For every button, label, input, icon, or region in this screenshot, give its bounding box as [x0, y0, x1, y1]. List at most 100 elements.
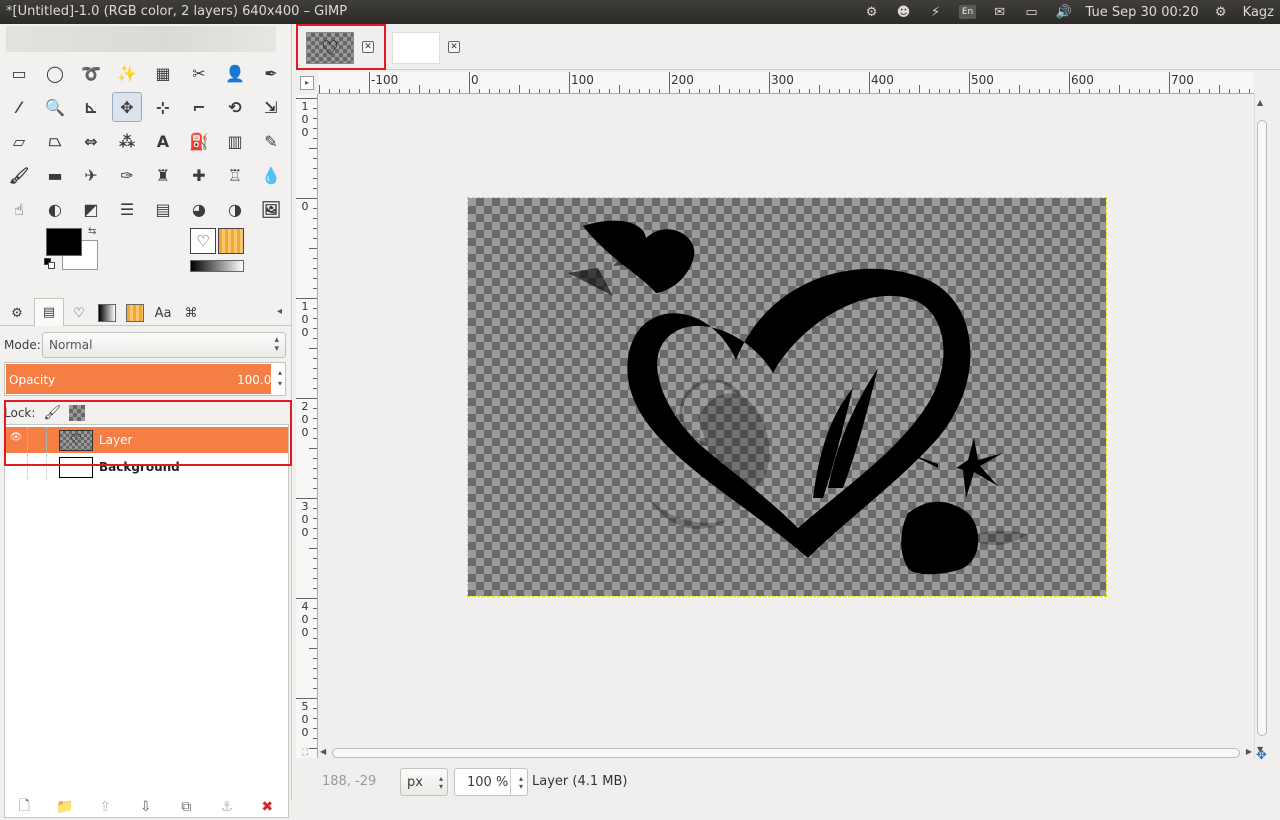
ruler-label: 1 0 0 [301, 100, 309, 139]
vertical-ruler[interactable]: 1 0 0 0 1 0 0 2 0 0 3 0 0 4 0 0 5 0 0 [296, 94, 318, 758]
vertical-scrollbar[interactable]: ▲ ▼ [1254, 94, 1268, 758]
mail-icon[interactable]: ✉ [990, 3, 1010, 21]
perspective-clone-tool[interactable]: ♖ [220, 160, 250, 190]
volume-icon[interactable]: 🔊 [1054, 3, 1074, 21]
colorize-tool[interactable]: ◕ [184, 194, 214, 224]
color-picker-tool[interactable]: ⁄ [4, 92, 34, 122]
flip-tool[interactable]: ⇔ [76, 126, 106, 156]
canvas-area[interactable] [318, 94, 1254, 758]
cage-tool[interactable]: ⁂ [112, 126, 142, 156]
swap-colors-icon[interactable]: ⇆ [88, 226, 96, 237]
delete-layer-icon[interactable]: ✖ [247, 799, 288, 815]
user-name[interactable]: Kagz [1243, 5, 1274, 20]
smudge-tool[interactable]: ☝ [4, 194, 34, 224]
scale-tool[interactable]: ⇲ [256, 92, 286, 122]
pattern-preview[interactable] [218, 228, 244, 254]
bucket-fill-tool[interactable]: ⛽ [184, 126, 214, 156]
clone-tool[interactable]: ♜ [148, 160, 178, 190]
curves-tool[interactable]: 🖼 [256, 194, 286, 224]
network-icon[interactable]: ⚡ [926, 3, 946, 21]
new-layer-group-icon[interactable]: 📁 [45, 799, 86, 815]
ruler-tick [313, 158, 317, 159]
text-tool[interactable]: A [148, 126, 178, 156]
foreground-select-tool[interactable]: 👤 [220, 58, 250, 88]
blend-tool[interactable]: ▥ [220, 126, 250, 156]
anchor-layer-icon[interactable]: ⚓ [207, 799, 248, 815]
mode-select[interactable]: Normal ▴ ▾ [42, 332, 286, 358]
rotate-tool[interactable]: ⟲ [220, 92, 250, 122]
default-colors-icon[interactable] [44, 258, 56, 270]
unit-select[interactable]: px ▴ ▾ [400, 768, 448, 796]
align-tool[interactable]: ⊹ [148, 92, 178, 122]
tab-tool-options[interactable]: ⚙ [2, 300, 32, 326]
scale-icon: ⇲ [264, 97, 278, 117]
quick-mask-menu-icon[interactable]: ▸ [300, 76, 314, 90]
ruler-tick [929, 89, 930, 93]
scroll-right-icon[interactable]: ▶ [1246, 747, 1252, 756]
horizontal-scrollbar[interactable]: ◀ ▶ [318, 746, 1254, 760]
lower-layer-icon[interactable]: ⇩ [126, 799, 167, 815]
opacity-slider[interactable]: Opacity 100.0 ▴ ▾ [4, 362, 286, 396]
tab-fonts[interactable]: Aa [148, 300, 178, 326]
new-layer-icon[interactable]: 🗋 [4, 795, 45, 819]
image-tab-2[interactable]: ✕ [386, 28, 474, 68]
dodge-burn-tool[interactable]: ◐ [40, 194, 70, 224]
shear-tool[interactable]: ▱ [4, 126, 34, 156]
brush-preview[interactable]: ♡ [190, 228, 216, 254]
tab-paths[interactable]: ⌘ [176, 300, 206, 326]
airbrush-tool[interactable]: ✈ [76, 160, 106, 190]
battery-icon[interactable]: ▭ [1022, 3, 1042, 21]
image-canvas[interactable] [467, 197, 1107, 597]
raise-layer-icon[interactable]: ⇧ [85, 799, 126, 815]
sync-icon[interactable]: ⚙ [862, 3, 882, 21]
tab-layers[interactable]: ▤ [34, 298, 64, 326]
paths-tool[interactable]: ✒ [256, 58, 286, 88]
opacity-spinner-icon[interactable]: ▴ ▾ [278, 367, 282, 389]
move-tool[interactable]: ✥ [112, 92, 142, 122]
duplicate-layer-icon[interactable]: ⧉ [166, 799, 207, 815]
ink-tool[interactable]: ✑ [112, 160, 142, 190]
tab-brushes[interactable]: ♡ [64, 300, 94, 326]
zoom-tool[interactable]: 🔍 [40, 92, 70, 122]
gradient-preview[interactable] [190, 260, 244, 272]
settings-gear-icon[interactable]: ⚙ [1211, 3, 1231, 21]
shrink-wrap-icon[interactable]: ⛶ [302, 748, 308, 758]
wilber-drop-area[interactable] [6, 26, 276, 52]
blur-tool[interactable]: 💧 [256, 160, 286, 190]
fuzzy-select-tool[interactable]: ✨ [112, 58, 142, 88]
threshold-tool[interactable]: ◑ [220, 194, 250, 224]
scissors-tool[interactable]: ✂ [184, 58, 214, 88]
heal-tool[interactable]: ✚ [184, 160, 214, 190]
ellipse-select-tool[interactable]: ◯ [40, 58, 70, 88]
tab-menu-icon[interactable]: ◂ [277, 306, 282, 317]
free-select-tool[interactable]: ➰ [76, 58, 106, 88]
keyboard-layout-indicator[interactable]: En [958, 3, 978, 21]
navigate-icon[interactable]: ✥ [1256, 748, 1267, 763]
vertical-scroll-thumb[interactable] [1257, 120, 1267, 736]
scroll-up-icon[interactable]: ▲ [1257, 98, 1263, 107]
eraser-tool[interactable]: ▬ [40, 160, 70, 190]
tab-gradients[interactable] [92, 300, 122, 326]
messaging-icon[interactable]: ☻ [894, 3, 914, 21]
color-area[interactable]: ⇆ [44, 226, 104, 274]
horizontal-scroll-thumb[interactable] [332, 748, 1240, 758]
foreground-color-swatch[interactable] [46, 228, 82, 256]
color-balance-tool[interactable]: ◩ [76, 194, 106, 224]
tab-patterns[interactable] [120, 300, 150, 326]
pencil-tool[interactable]: ✎ [256, 126, 286, 156]
clock[interactable]: Tue Sep 30 00:20 [1086, 5, 1199, 20]
crop-tool[interactable]: ⌐ [184, 92, 214, 122]
measure-tool[interactable]: ⊾ [76, 92, 106, 122]
color-select-tool[interactable]: ▦ [148, 58, 178, 88]
levels-tool[interactable]: ☰ [112, 194, 142, 224]
hue-tool[interactable]: ▤ [148, 194, 178, 224]
close-icon[interactable]: ✕ [448, 41, 460, 53]
perspective-tool[interactable]: ⏢ [40, 126, 70, 156]
ruler-tick [1219, 85, 1220, 93]
colorize-icon: ◕ [192, 199, 206, 219]
horizontal-ruler[interactable]: -100 0 100 200 300 400 500 600 700 [318, 72, 1254, 94]
zoom-select[interactable]: 100 % ▴ ▾ [454, 768, 528, 796]
paintbrush-tool[interactable]: 🖌 [4, 160, 34, 190]
rect-select-tool[interactable]: ▭ [4, 58, 34, 88]
scroll-left-icon[interactable]: ◀ [320, 747, 326, 756]
